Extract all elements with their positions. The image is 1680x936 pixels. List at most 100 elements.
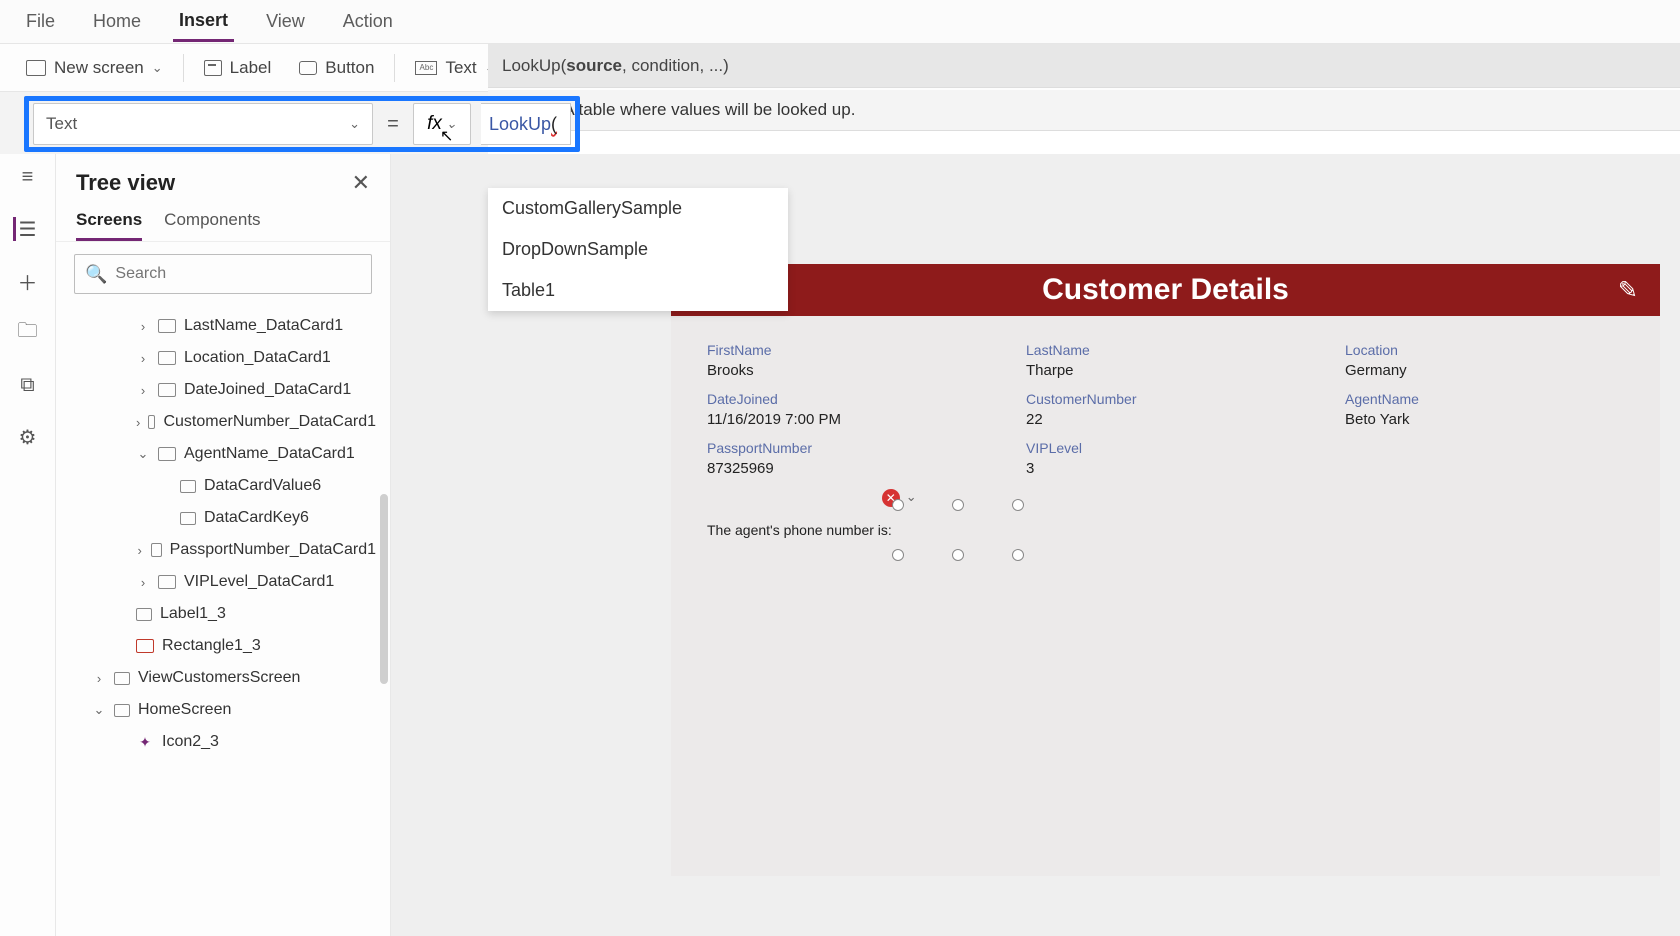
menu-home[interactable]: Home — [87, 3, 147, 40]
autocomplete-dropdown: CustomGallerySample DropDownSample Table… — [488, 188, 788, 311]
menu-bar: File Home Insert View Action — [0, 0, 1680, 44]
field-label: CustomerNumber — [1026, 391, 1305, 407]
field-label: DateJoined — [707, 391, 986, 407]
property-selector[interactable]: Text ⌄ — [33, 103, 373, 145]
collapse-icon[interactable]: ⌄ — [136, 446, 150, 462]
new-screen-button[interactable]: New screen ⌄ — [12, 52, 177, 84]
tab-components[interactable]: Components — [164, 202, 260, 241]
tree-node[interactable]: ›ViewCustomersScreen — [64, 662, 382, 694]
resize-handle[interactable] — [1012, 549, 1024, 561]
menu-insert[interactable]: Insert — [173, 2, 234, 42]
card-icon — [151, 543, 161, 557]
formula-bar-zone: Text ⌄ = fx ⌄ LookUp( source: A table wh… — [0, 92, 1680, 154]
app-header: ‹ Customer Details ✎ — [671, 264, 1660, 316]
label-button[interactable]: Label — [190, 52, 286, 84]
field-label: AgentName — [1345, 391, 1624, 407]
suggest-option[interactable]: DropDownSample — [488, 229, 788, 270]
tree-node[interactable]: DataCardValue6 — [64, 470, 382, 502]
tree-node-label: DataCardValue6 — [204, 477, 321, 495]
resize-handle[interactable] — [952, 499, 964, 511]
collapse-icon[interactable]: ⌄ — [92, 702, 106, 718]
close-icon[interactable]: ✕ — [352, 170, 370, 196]
expand-icon[interactable]: › — [136, 543, 143, 558]
field-value: Brooks — [707, 362, 986, 379]
fx-label: fx — [427, 113, 442, 135]
card-icon — [158, 447, 176, 461]
separator — [394, 54, 395, 82]
tree-node[interactable]: Rectangle1_3 — [64, 630, 382, 662]
field-value: 11/16/2019 7:00 PM — [707, 411, 986, 428]
insert-rail-icon[interactable]: ＋ — [16, 269, 40, 293]
tree-node[interactable]: › PassportNumber_DataCard1 — [64, 534, 382, 566]
tree-node-label: HomeScreen — [138, 701, 231, 719]
form-field: VIPLevel3 — [1026, 440, 1305, 477]
menu-action[interactable]: Action — [337, 3, 399, 40]
field-value: Beto Yark — [1345, 411, 1624, 428]
tree-node-label: AgentName_DataCard1 — [184, 445, 355, 463]
tree-node[interactable]: › VIPLevel_DataCard1 — [64, 566, 382, 598]
tree-node[interactable]: ⌄ HomeScreen — [64, 694, 382, 726]
tree-view-rail-icon[interactable]: ☰ — [13, 217, 40, 241]
menu-view[interactable]: View — [260, 3, 311, 40]
suggest-option[interactable]: CustomGallerySample — [488, 188, 788, 229]
card-icon — [158, 351, 176, 365]
tree-node-label: CustomerNumber_DataCard1 — [163, 413, 376, 431]
hamburger-icon[interactable]: ≡ — [22, 166, 34, 189]
body: ≡ ☰ ＋ 🗀 ⧉ ⚙ Tree view ✕ Screens Componen… — [0, 154, 1680, 936]
tree-node[interactable]: ›DateJoined_DataCard1 — [64, 374, 382, 406]
tree-node[interactable]: DataCardKey6 — [64, 502, 382, 534]
expand-icon[interactable]: › — [136, 319, 150, 334]
media-rail-icon[interactable]: ⧉ — [16, 373, 40, 397]
data-rail-icon[interactable]: 🗀 — [16, 321, 40, 345]
text-icon: Abc — [415, 61, 437, 75]
fx-button[interactable]: fx ⌄ — [413, 103, 471, 145]
tree-node-label: DataCardKey6 — [204, 509, 309, 527]
tree-node[interactable]: › LastName_DataCard1 — [64, 310, 382, 342]
field-value: 22 — [1026, 411, 1305, 428]
search-input[interactable] — [115, 265, 361, 283]
expand-icon[interactable]: › — [136, 415, 140, 430]
resize-handle[interactable] — [892, 549, 904, 561]
search-icon: 🔍 — [85, 264, 107, 285]
expand-icon[interactable]: › — [136, 575, 150, 590]
tree-node-label: PassportNumber_DataCard1 — [170, 541, 376, 559]
text-label: Text — [445, 58, 476, 78]
tree-node[interactable]: ✦Icon2_3 — [64, 726, 382, 758]
edit-icon[interactable]: ✎ — [1618, 276, 1638, 305]
scrollbar-thumb[interactable] — [380, 494, 388, 684]
screen-icon — [114, 672, 130, 685]
tree-node-label: VIPLevel_DataCard1 — [184, 573, 334, 591]
form-field: FirstNameBrooks — [707, 342, 986, 379]
tab-screens[interactable]: Screens — [76, 202, 142, 241]
search-box[interactable]: 🔍 — [74, 254, 372, 294]
screen-icon — [114, 704, 130, 717]
resize-handle[interactable] — [952, 549, 964, 561]
selected-control[interactable]: ✕ ⌄ — [898, 505, 1018, 555]
tree-node[interactable]: › CustomerNumber_DataCard1 — [64, 406, 382, 438]
resize-handle[interactable] — [1012, 499, 1024, 511]
tree-node-label: LastName_DataCard1 — [184, 317, 343, 335]
expand-icon[interactable]: › — [136, 383, 150, 398]
tree-node[interactable]: Label1_3 — [64, 598, 382, 630]
field-label: PassportNumber — [707, 440, 986, 456]
expand-icon[interactable]: › — [136, 351, 150, 366]
field-label: Location — [1345, 342, 1624, 358]
tree-tabs: Screens Components — [56, 202, 390, 242]
menu-file[interactable]: File — [20, 3, 61, 40]
chevron-down-icon: ⌄ — [152, 60, 163, 76]
card-icon — [158, 383, 176, 397]
suggest-option[interactable]: Table1 — [488, 270, 788, 311]
formula-input[interactable]: LookUp( — [481, 103, 571, 145]
chevron-down-icon[interactable]: ⌄ — [906, 489, 917, 505]
button-button[interactable]: Button — [285, 52, 388, 84]
agent-phone-label: The agent's phone number is: — [707, 522, 892, 538]
expand-icon[interactable]: › — [92, 671, 106, 686]
tree-node[interactable]: ›Location_DataCard1 — [64, 342, 382, 374]
separator — [183, 54, 184, 82]
field-value: Tharpe — [1026, 362, 1305, 379]
field-label: VIPLevel — [1026, 440, 1305, 456]
settings-rail-icon[interactable]: ⚙ — [16, 425, 40, 449]
tree-node[interactable]: ⌄ AgentName_DataCard1 — [64, 438, 382, 470]
resize-handle[interactable] — [892, 499, 904, 511]
label-icon — [180, 480, 196, 493]
